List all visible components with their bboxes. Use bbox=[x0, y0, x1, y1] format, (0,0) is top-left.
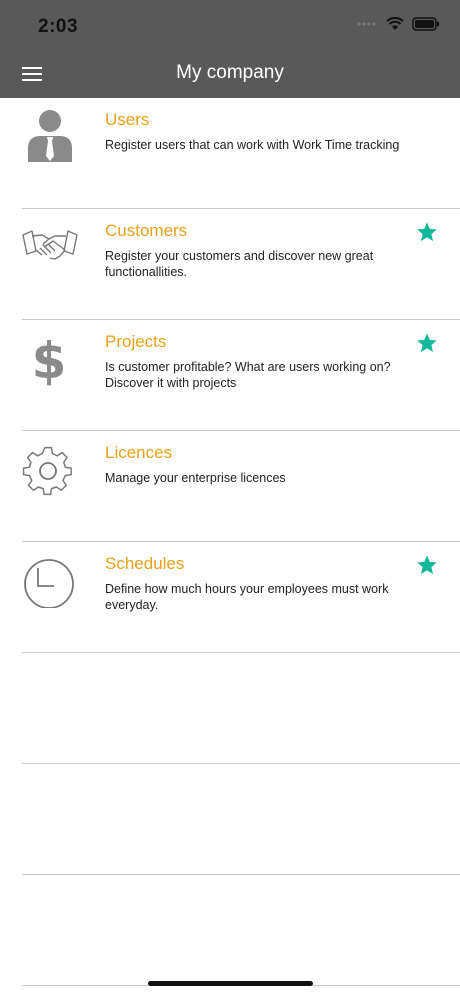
home-indicator[interactable] bbox=[148, 981, 313, 986]
item-description: Is customer profitable? What are users w… bbox=[105, 360, 391, 390]
star-icon[interactable] bbox=[416, 221, 438, 243]
clock-icon bbox=[24, 559, 74, 608]
empty-row bbox=[22, 653, 460, 764]
list-item-customers[interactable]: Customers Register your customers and di… bbox=[22, 209, 460, 320]
page-title: My company bbox=[176, 62, 284, 83]
item-description: Register your customers and discover new… bbox=[105, 249, 374, 279]
status-time: 2:03 bbox=[38, 16, 79, 37]
star-icon[interactable] bbox=[416, 332, 438, 354]
item-description: Manage your enterprise licences bbox=[105, 471, 286, 485]
signal-icon bbox=[357, 22, 376, 26]
list-item-licences[interactable]: Licences Manage your enterprise licences bbox=[22, 431, 460, 542]
item-title: Licences bbox=[105, 443, 173, 462]
dollar-icon: $ bbox=[32, 332, 67, 386]
item-description: Register users that can work with Work T… bbox=[105, 138, 400, 152]
navigation-header: 2:03 My company bbox=[0, 0, 460, 98]
list-item-schedules[interactable]: Schedules Define how much hours your emp… bbox=[22, 542, 460, 653]
empty-row bbox=[22, 875, 460, 986]
item-title: Schedules bbox=[105, 554, 185, 573]
star-icon[interactable] bbox=[416, 554, 438, 576]
gear-icon bbox=[22, 446, 72, 496]
item-description: Define how much hours your employees mus… bbox=[105, 582, 389, 612]
user-icon bbox=[28, 110, 72, 162]
item-title: Customers bbox=[105, 221, 188, 240]
company-menu-list: Users Register users that can work with … bbox=[0, 98, 460, 986]
wifi-icon bbox=[386, 17, 404, 30]
list-item-users[interactable]: Users Register users that can work with … bbox=[22, 98, 460, 209]
svg-text:$: $ bbox=[32, 332, 67, 386]
handshake-icon bbox=[22, 230, 78, 260]
item-title: Users bbox=[105, 110, 150, 129]
item-title: Projects bbox=[105, 332, 167, 351]
empty-row bbox=[22, 764, 460, 875]
status-icons bbox=[356, 17, 440, 31]
battery-icon bbox=[412, 17, 439, 31]
list-item-projects[interactable]: $ Projects Is customer profitable? What … bbox=[22, 320, 460, 431]
